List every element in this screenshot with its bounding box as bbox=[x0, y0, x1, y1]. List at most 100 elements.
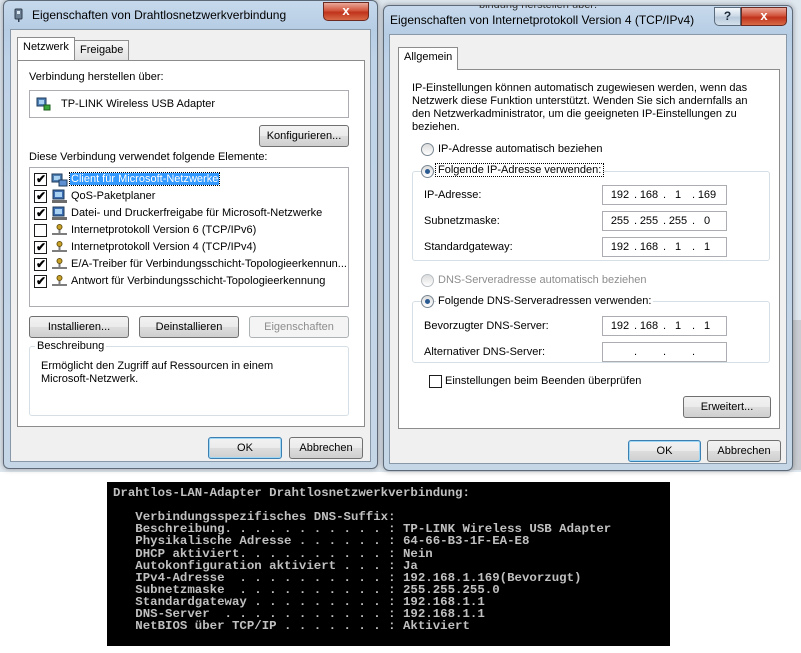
tab-freigabe[interactable]: Freigabe bbox=[74, 40, 130, 61]
ip-address-field[interactable]: 192. 168. 1. 169 bbox=[602, 185, 727, 205]
info-line-2: Netzwerk diese Funktion unterstützt. Wen… bbox=[412, 95, 748, 107]
cancel-button[interactable]: Abbrechen bbox=[289, 437, 363, 459]
ip-manual-label: Folgende IP-Adresse verwenden: bbox=[434, 163, 605, 177]
tab-allgemein[interactable]: Allgemein bbox=[398, 47, 459, 70]
ip-separator: . bbox=[634, 189, 638, 201]
connect-via-label: Verbindung herstellen über: bbox=[29, 71, 164, 83]
adapter-box: TP-LINK Wireless USB Adapter bbox=[29, 90, 349, 118]
wireless-properties-window: Eigenschaften von Drahtlosnetzwerkverbin… bbox=[3, 0, 378, 469]
ip-octet[interactable]: 192 bbox=[609, 189, 631, 201]
ip-separator: . bbox=[663, 320, 667, 332]
dns-auto-label: DNS-Serveradresse automatisch beziehen bbox=[438, 274, 647, 286]
titlebar[interactable]: Eigenschaften von Internetprotokoll Vers… bbox=[384, 6, 792, 34]
validate-checkbox[interactable] bbox=[429, 375, 442, 388]
close-button[interactable]: x bbox=[741, 7, 787, 26]
item-checkbox[interactable]: ✔ bbox=[34, 257, 47, 271]
ip-separator: . bbox=[663, 215, 667, 227]
list-item[interactable]: ✔ QoS-Paketplaner bbox=[34, 188, 346, 205]
protocol-icon bbox=[52, 241, 67, 252]
window-client-area: Allgemein IP-Einstellungen können automa… bbox=[389, 34, 787, 464]
window-title: Eigenschaften von Internetprotokoll Vers… bbox=[390, 13, 695, 27]
protocol-icon bbox=[52, 258, 67, 269]
description-title: Beschreibung bbox=[35, 340, 107, 352]
cancel-button[interactable]: Abbrechen bbox=[707, 440, 781, 462]
console-line: IPv4-Adresse . . . . . . . . . . : 192.1… bbox=[113, 570, 582, 585]
ipconfig-console: Drahtlos-LAN-Adapter Drahtlosnetzwerkver… bbox=[107, 482, 670, 646]
console-line: DHCP aktiviert. . . . . . . . . . : Nein bbox=[113, 546, 433, 561]
info-line-1: IP-Einstellungen können automatisch zuge… bbox=[412, 82, 748, 94]
ip-octet[interactable]: 1 bbox=[667, 241, 689, 253]
ip-octet[interactable]: 255 bbox=[638, 215, 660, 227]
window-title: Eigenschaften von Drahtlosnetzwerkverbin… bbox=[32, 8, 287, 22]
dns-preferred-label: Bevorzugter DNS-Server: bbox=[424, 320, 549, 332]
ip-octet[interactable]: 192 bbox=[609, 320, 631, 332]
item-checkbox[interactable]: ✔ bbox=[34, 189, 47, 203]
ip-octet[interactable]: 168 bbox=[638, 241, 660, 253]
dns-manual-radio[interactable] bbox=[421, 295, 434, 308]
ip-octet[interactable]: 168 bbox=[638, 189, 660, 201]
item-checkbox[interactable]: ✔ bbox=[34, 172, 47, 186]
allgemein-panel: IP-Einstellungen können automatisch zuge… bbox=[398, 69, 780, 429]
dns-manual-label: Folgende DNS-Serveradressen verwenden: bbox=[436, 295, 654, 307]
ip-auto-radio[interactable] bbox=[421, 143, 434, 156]
ip-separator: . bbox=[663, 346, 667, 358]
ip-octet[interactable]: 255 bbox=[609, 215, 631, 227]
ip-octet[interactable]: 1 bbox=[696, 320, 718, 332]
window-client-area: Netzwerk Freigabe Verbindung herstellen … bbox=[10, 29, 371, 462]
network-adapter-icon bbox=[36, 97, 51, 111]
list-item[interactable]: ✔ Antwort für Verbindungsschicht-Topologi… bbox=[34, 273, 346, 290]
help-button[interactable]: ? bbox=[714, 7, 741, 26]
dns-auto-radio[interactable] bbox=[421, 274, 434, 287]
ip-separator: . bbox=[692, 346, 696, 358]
elements-list[interactable]: ✔ Client für Microsoft-Netzwerke ✔ QoS-Pake… bbox=[29, 167, 349, 307]
item-checkbox[interactable]: ✔ bbox=[34, 240, 47, 254]
advanced-button[interactable]: Erweitert... bbox=[683, 396, 771, 418]
dns-alternate-field[interactable]: ... bbox=[602, 342, 727, 362]
tab-netzwerk[interactable]: Netzwerk bbox=[17, 37, 75, 60]
item-label: Client für Microsoft-Netzwerke bbox=[68, 172, 221, 186]
subnet-label: Subnetzmaske: bbox=[424, 215, 500, 227]
ip-separator: . bbox=[692, 320, 696, 332]
list-item[interactable]: Internetprotokoll Version 6 (TCP/IPv6) bbox=[34, 222, 346, 239]
gateway-field[interactable]: 192. 168. 1. 1 bbox=[602, 237, 727, 257]
list-item[interactable]: ✔ Datei- und Druckerfreigabe für Microsof… bbox=[34, 205, 346, 222]
ip-octet[interactable]: 255 bbox=[667, 215, 689, 227]
subnet-field[interactable]: 255. 255. 255. 0 bbox=[602, 211, 727, 231]
ip-separator: . bbox=[634, 241, 638, 253]
ip-octet[interactable]: 0 bbox=[696, 215, 718, 227]
ip-manual-radio[interactable] bbox=[421, 165, 434, 178]
ip-octet[interactable]: 169 bbox=[696, 189, 718, 201]
gateway-label: Standardgateway: bbox=[424, 241, 513, 253]
network-connection-icon bbox=[14, 8, 23, 22]
ip-octet[interactable]: 1 bbox=[696, 241, 718, 253]
ip-octet[interactable]: 1 bbox=[667, 320, 689, 332]
ok-button[interactable]: OK bbox=[208, 437, 282, 459]
ip-octet[interactable]: 192 bbox=[609, 241, 631, 253]
properties-button[interactable]: Eigenschaften bbox=[249, 316, 349, 338]
list-item[interactable]: ✔ E/A-Treiber für Verbindungsschicht-Topo… bbox=[34, 256, 347, 273]
install-button[interactable]: Installieren... bbox=[29, 316, 129, 338]
ip-octet[interactable]: 1 bbox=[667, 189, 689, 201]
list-item[interactable]: ✔ Client für Microsoft-Netzwerke bbox=[34, 171, 346, 188]
ok-button[interactable]: OK bbox=[628, 440, 701, 462]
ip-separator: . bbox=[692, 215, 696, 227]
item-checkbox[interactable]: ✔ bbox=[34, 206, 47, 220]
ip-separator: . bbox=[692, 189, 696, 201]
configure-button[interactable]: Konfigurieren... bbox=[259, 125, 349, 147]
item-label: Datei- und Druckerfreigabe für Microsoft… bbox=[71, 207, 323, 219]
console-line: Autokonfiguration aktiviert . . . : Ja bbox=[113, 558, 418, 573]
uninstall-button[interactable]: Deinstallieren bbox=[139, 316, 239, 338]
item-checkbox[interactable]: ✔ bbox=[34, 274, 47, 288]
item-checkbox[interactable] bbox=[34, 224, 47, 237]
console-line: NetBIOS über TCP/IP . . . . . . . : Akti… bbox=[113, 619, 470, 634]
ip-separator: . bbox=[634, 320, 638, 332]
close-button[interactable]: x bbox=[323, 2, 369, 21]
dns-alternate-label: Alternativer DNS-Server: bbox=[424, 346, 546, 358]
console-next-line-fragment bbox=[107, 646, 670, 653]
list-item[interactable]: ✔ Internetprotokoll Version 4 (TCP/IPv4) bbox=[34, 239, 346, 256]
ip-auto-label: IP-Adresse automatisch beziehen bbox=[438, 143, 603, 155]
ip-octet[interactable]: 168 bbox=[638, 320, 660, 332]
titlebar[interactable]: Eigenschaften von Drahtlosnetzwerkverbin… bbox=[4, 1, 377, 29]
console-line: Drahtlos-LAN-Adapter Drahtlosnetzwerkver… bbox=[113, 486, 470, 500]
dns-preferred-field[interactable]: 192. 168. 1. 1 bbox=[602, 316, 727, 336]
